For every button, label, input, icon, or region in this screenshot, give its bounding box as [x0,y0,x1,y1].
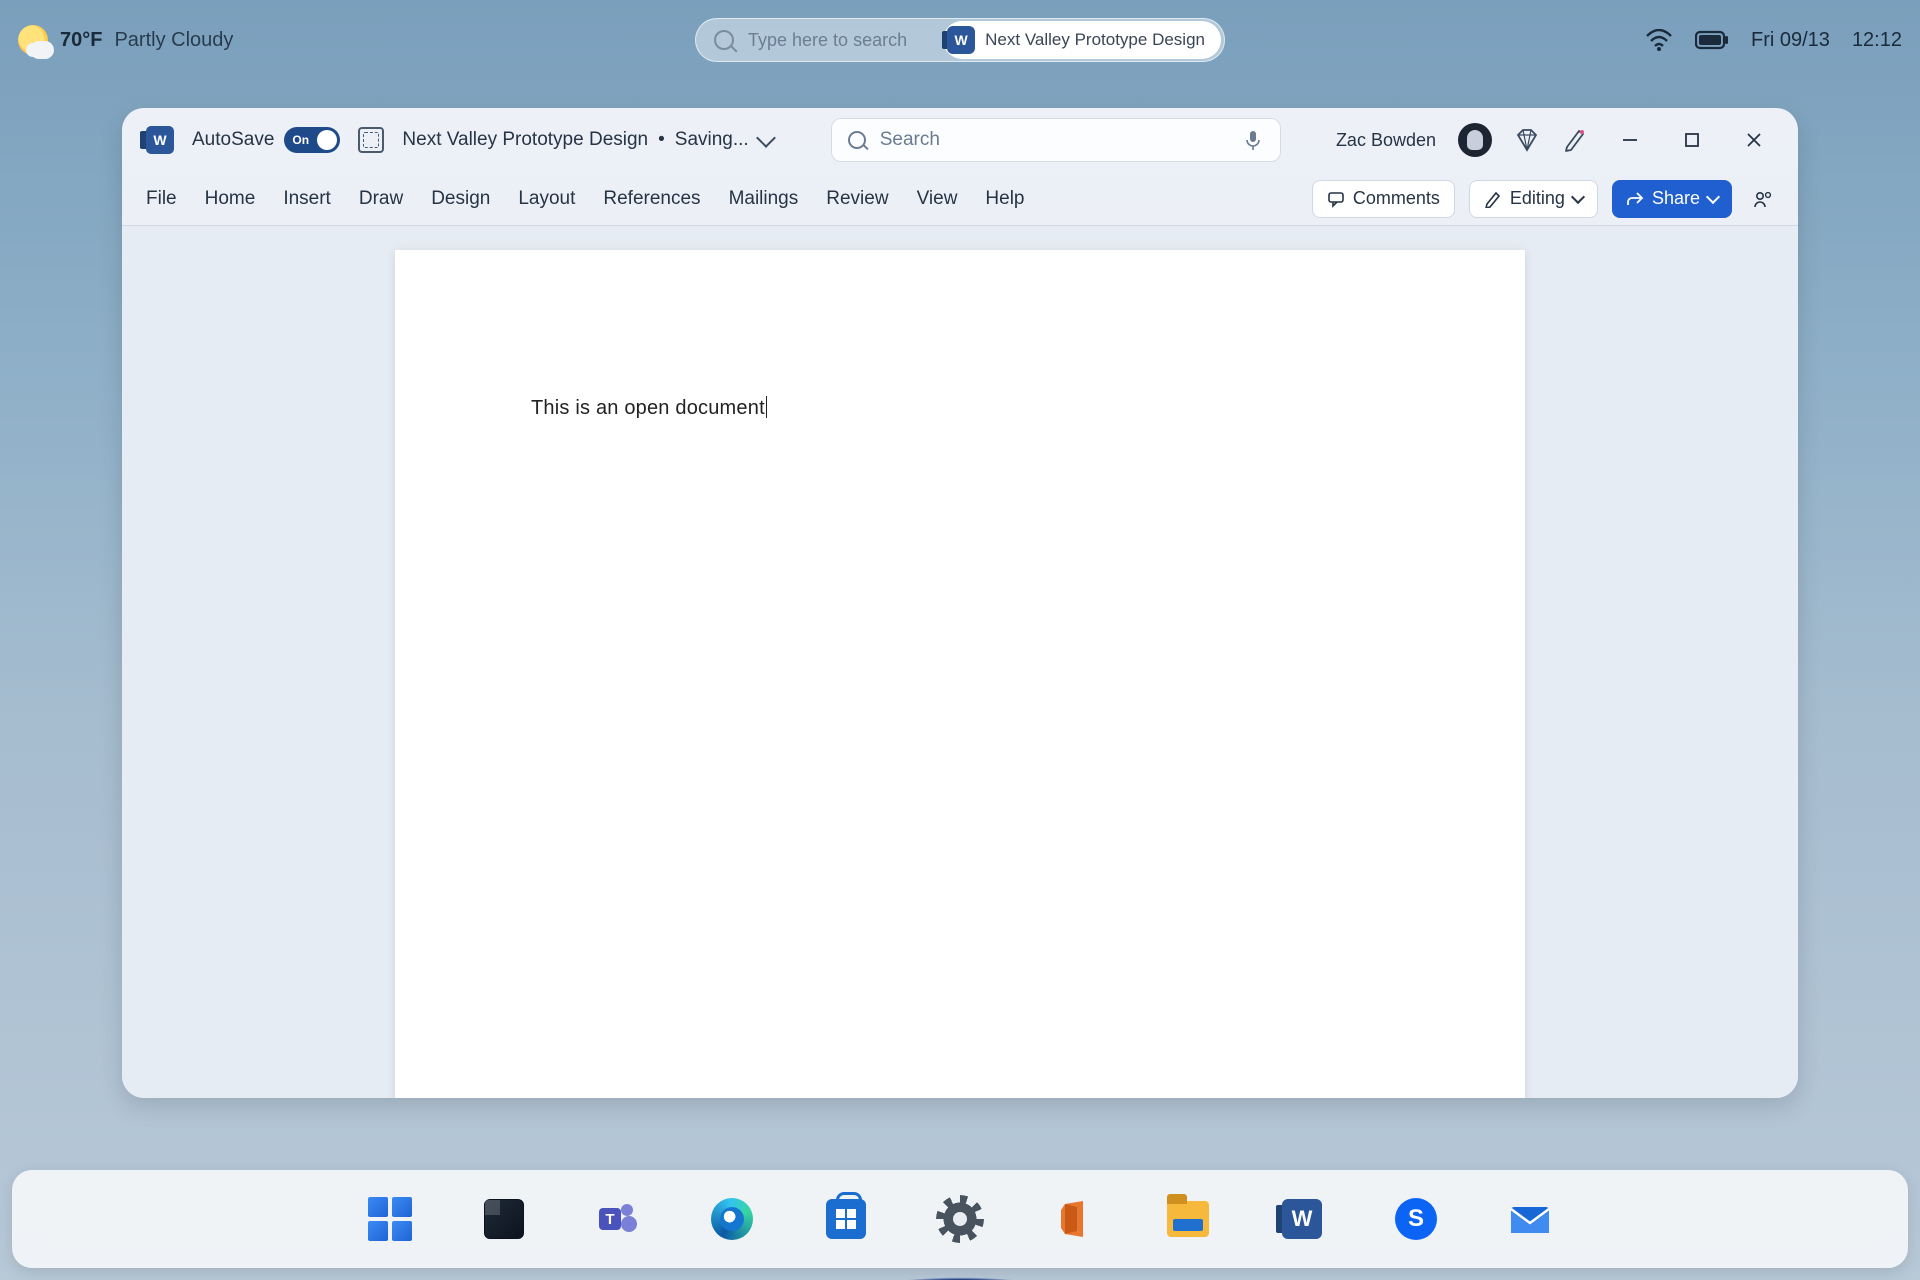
save-status: Saving... [675,129,749,151]
search-icon [714,30,734,50]
share-icon [1626,190,1644,208]
word-icon: W [1282,1199,1322,1239]
skype-icon: S [1395,1198,1437,1240]
autosave-control[interactable]: AutoSave On [192,127,340,153]
user-avatar[interactable] [1458,123,1492,157]
folder-icon [1167,1201,1209,1237]
tab-insert[interactable]: Insert [283,188,331,210]
editing-button[interactable]: Editing [1469,180,1598,218]
weather-condition: Partly Cloudy [114,29,233,52]
taskbar-start[interactable] [365,1194,415,1244]
premium-diamond-icon[interactable] [1514,127,1540,153]
text-caret [766,396,767,418]
document-body[interactable]: This is an open document [531,396,767,420]
wifi-icon[interactable] [1645,29,1673,51]
word-logo-icon: W [146,126,174,154]
tab-home[interactable]: Home [205,188,256,210]
chevron-down-icon [1571,190,1585,204]
taskbar-terminal[interactable] [479,1194,529,1244]
pencil-icon [1484,190,1502,208]
taskbar-mail[interactable] [1505,1194,1555,1244]
autosave-toggle[interactable]: On [284,127,340,153]
desktop-top-bar: 70°F Partly Cloudy Type here to search W… [0,18,1920,62]
autosave-label: AutoSave [192,129,274,151]
minimize-button[interactable] [1610,120,1650,160]
search-icon [848,131,866,149]
app-search-box[interactable]: Search [831,118,1281,162]
share-label: Share [1652,188,1700,209]
taskbar-file-explorer[interactable] [1163,1194,1213,1244]
ink-pen-icon[interactable] [1562,127,1588,153]
system-tray: Fri 09/13 12:12 [1645,29,1902,52]
taskbar-word[interactable]: W [1277,1194,1327,1244]
ribbon: File Home Insert Draw Design Layout Refe… [122,172,1798,226]
tab-layout[interactable]: Layout [518,188,575,210]
battery-icon[interactable] [1695,30,1729,50]
weather-icon [18,25,48,55]
edge-icon [711,1198,753,1240]
editing-label: Editing [1510,188,1565,209]
terminal-icon [484,1199,524,1239]
taskbar: T W S [12,1170,1908,1268]
share-button[interactable]: Share [1612,180,1732,218]
tab-mailings[interactable]: Mailings [729,188,799,210]
os-search-suggestion-chip[interactable]: W Next Valley Prototype Design [943,21,1221,59]
document-canvas[interactable]: This is an open document [122,226,1798,1098]
comment-icon [1327,190,1345,208]
titlebar: W AutoSave On Next Valley Prototype Desi… [122,108,1798,172]
os-search-bar[interactable]: Type here to search W Next Valley Protot… [695,18,1225,62]
taskbar-edge[interactable] [707,1194,757,1244]
toggle-knob [317,130,337,150]
tab-design[interactable]: Design [431,188,490,210]
store-icon [826,1199,866,1239]
tab-help[interactable]: Help [985,188,1024,210]
comments-label: Comments [1353,188,1440,209]
close-button[interactable] [1734,120,1774,160]
tab-references[interactable]: References [603,188,700,210]
weather-temp: 70°F [60,29,102,52]
tray-time[interactable]: 12:12 [1852,29,1902,52]
os-search-chip-label: Next Valley Prototype Design [985,30,1205,50]
app-search-placeholder: Search [880,129,940,151]
document-name: Next Valley Prototype Design [402,129,648,151]
tab-view[interactable]: View [917,188,958,210]
taskbar-teams[interactable]: T [593,1194,643,1244]
word-app-icon: W [947,26,975,54]
document-page[interactable]: This is an open document [395,250,1525,1098]
document-text: This is an open document [531,397,765,419]
weather-widget[interactable]: 70°F Partly Cloudy [18,25,233,55]
ribbon-tabs: File Home Insert Draw Design Layout Refe… [146,188,1025,210]
comments-button[interactable]: Comments [1312,180,1455,218]
taskbar-skype[interactable]: S [1391,1194,1441,1244]
maximize-button[interactable] [1672,120,1712,160]
tray-date[interactable]: Fri 09/13 [1751,29,1830,52]
document-title[interactable]: Next Valley Prototype Design • Saving... [402,129,772,151]
tab-file[interactable]: File [146,188,177,210]
title-separator: • [658,129,665,151]
taskbar-store[interactable] [821,1194,871,1244]
taskbar-office[interactable] [1049,1194,1099,1244]
teams-icon: T [595,1196,641,1242]
tab-review[interactable]: Review [826,188,888,210]
save-icon[interactable] [358,127,384,153]
autosave-state: On [292,133,309,147]
os-search-placeholder: Type here to search [748,30,907,51]
user-name[interactable]: Zac Bowden [1336,130,1436,151]
tab-draw[interactable]: Draw [359,188,403,210]
taskbar-settings[interactable] [935,1194,985,1244]
chevron-down-icon [756,128,776,148]
collaboration-icon[interactable] [1752,188,1774,210]
start-icon [368,1197,412,1241]
mail-icon [1507,1199,1553,1239]
microphone-icon[interactable] [1242,129,1264,151]
svg-text:T: T [605,1211,614,1228]
chevron-down-icon [1706,190,1720,204]
office-icon [1053,1198,1095,1240]
word-app-window: W AutoSave On Next Valley Prototype Desi… [122,108,1798,1098]
gear-icon [939,1198,981,1240]
